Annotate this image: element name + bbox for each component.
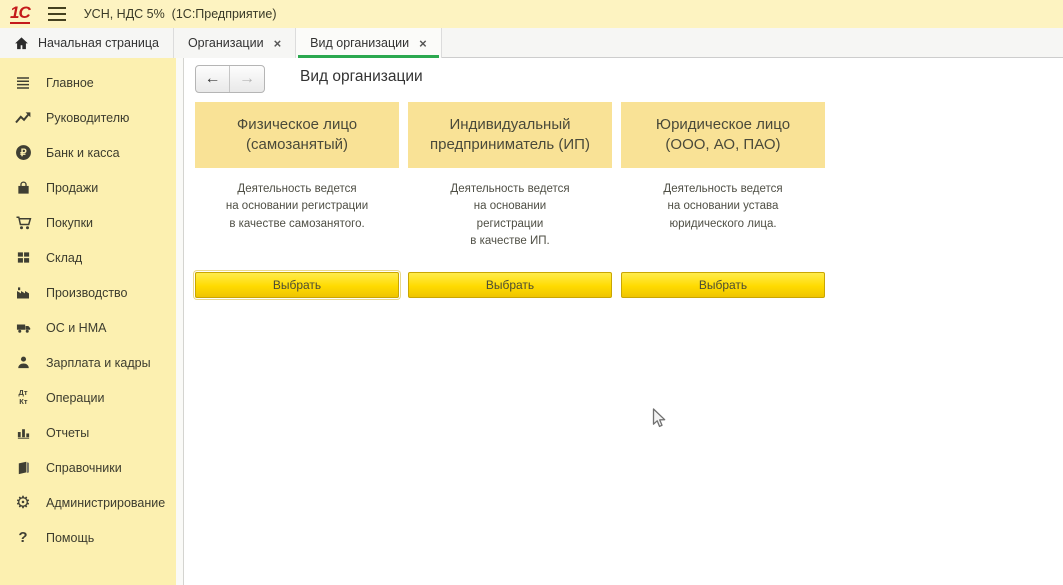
choose-selfemployed-button[interactable]: Выбрать bbox=[195, 272, 399, 298]
card-individual-selfemployed: Физическое лицо (самозанятый) Деятельнос… bbox=[195, 102, 399, 298]
sidebar-item-pomosch[interactable]: ? Помощь bbox=[0, 520, 176, 555]
warehouse-grid-icon bbox=[13, 248, 33, 268]
title-bar: 1С УСН, НДС 5% (1С:Предприятие) bbox=[0, 0, 1063, 28]
sidebar-item-operacii[interactable]: Дт Кт Операции bbox=[0, 380, 176, 415]
shopping-bag-icon bbox=[13, 178, 33, 198]
tab-label: Организации bbox=[188, 36, 264, 50]
card-description: Деятельность ведется на основании регист… bbox=[195, 181, 399, 233]
bar-chart-icon bbox=[13, 423, 33, 443]
trend-chart-icon bbox=[13, 108, 33, 128]
question-icon: ? bbox=[13, 528, 33, 548]
svg-text:₽: ₽ bbox=[20, 148, 27, 159]
gear-icon: ⚙ bbox=[13, 493, 33, 513]
menu-lines-icon bbox=[13, 73, 33, 93]
tab-home-page[interactable]: Начальная страница bbox=[0, 28, 174, 58]
tab-organizations[interactable]: Организации × bbox=[174, 28, 296, 58]
choose-legal-entity-button[interactable]: Выбрать bbox=[621, 272, 825, 298]
card-legal-entity: Юридическое лицо (ООО, АО, ПАО) Деятельн… bbox=[621, 102, 825, 298]
sidebar-item-administrirovanie[interactable]: ⚙ Администрирование bbox=[0, 485, 176, 520]
choose-entrepreneur-button[interactable]: Выбрать bbox=[408, 272, 612, 298]
back-button[interactable]: ← bbox=[196, 66, 230, 92]
sidebar-item-prodazhi[interactable]: Продажи bbox=[0, 170, 176, 205]
person-icon bbox=[13, 353, 33, 373]
debit-credit-icon: Дт Кт bbox=[13, 388, 33, 408]
close-icon[interactable]: × bbox=[274, 37, 282, 50]
tab-label: Начальная страница bbox=[38, 36, 159, 50]
home-icon bbox=[14, 36, 29, 51]
sidebar-item-os-i-nma[interactable]: ОС и НМА bbox=[0, 310, 176, 345]
books-icon bbox=[13, 458, 33, 478]
tab-bar: Начальная страница Организации × Вид орг… bbox=[0, 28, 1063, 58]
sidebar-item-otchety[interactable]: Отчеты bbox=[0, 415, 176, 450]
close-icon[interactable]: × bbox=[419, 37, 427, 50]
card-individual-entrepreneur: Индивидуальный предприниматель (ИП) Деят… bbox=[408, 102, 612, 298]
truck-icon bbox=[13, 318, 33, 338]
1c-logo-icon: 1С bbox=[10, 4, 30, 24]
card-description: Деятельность ведется на основании регист… bbox=[408, 181, 612, 250]
card-description: Деятельность ведется на основании устава… bbox=[621, 181, 825, 233]
card-title: Юридическое лицо (ООО, АО, ПАО) bbox=[621, 102, 825, 168]
sidebar-scrollbar bbox=[176, 58, 184, 585]
history-nav-group: ← → bbox=[195, 65, 265, 93]
window-title: УСН, НДС 5% (1С:Предприятие) bbox=[84, 7, 277, 21]
sidebar-item-proizvodstvo[interactable]: Производство bbox=[0, 275, 176, 310]
sidebar-item-spravochniki[interactable]: Справочники bbox=[0, 450, 176, 485]
sidebar-item-bank-i-kassa[interactable]: ₽ Банк и касса bbox=[0, 135, 176, 170]
sidebar-item-zarplata-i-kadry[interactable]: Зарплата и кадры bbox=[0, 345, 176, 380]
section-sidebar: Главное Руководителю ₽ Банк и касса bbox=[0, 58, 176, 585]
tab-organization-type[interactable]: Вид организации × bbox=[296, 28, 442, 58]
tab-label: Вид организации bbox=[310, 36, 409, 50]
factory-icon bbox=[13, 283, 33, 303]
page-title: Вид организации bbox=[300, 68, 423, 86]
ruble-coin-icon: ₽ bbox=[13, 143, 33, 163]
main-content: ← → Вид организации Физическое лицо (сам… bbox=[185, 58, 1063, 585]
main-menu-hamburger-icon[interactable] bbox=[48, 7, 66, 21]
shopping-cart-icon bbox=[13, 213, 33, 233]
sidebar-item-sklad[interactable]: Склад bbox=[0, 240, 176, 275]
sidebar-item-pokupki[interactable]: Покупки bbox=[0, 205, 176, 240]
card-title: Физическое лицо (самозанятый) bbox=[195, 102, 399, 168]
sidebar-item-rukovoditelyu[interactable]: Руководителю bbox=[0, 100, 176, 135]
sidebar-item-glavnoe[interactable]: Главное bbox=[0, 65, 176, 100]
card-title: Индивидуальный предприниматель (ИП) bbox=[408, 102, 612, 168]
app-window: 1С УСН, НДС 5% (1С:Предприятие) Начальна… bbox=[0, 0, 1063, 585]
organization-type-cards: Физическое лицо (самозанятый) Деятельнос… bbox=[195, 102, 825, 298]
forward-button[interactable]: → bbox=[230, 66, 264, 92]
